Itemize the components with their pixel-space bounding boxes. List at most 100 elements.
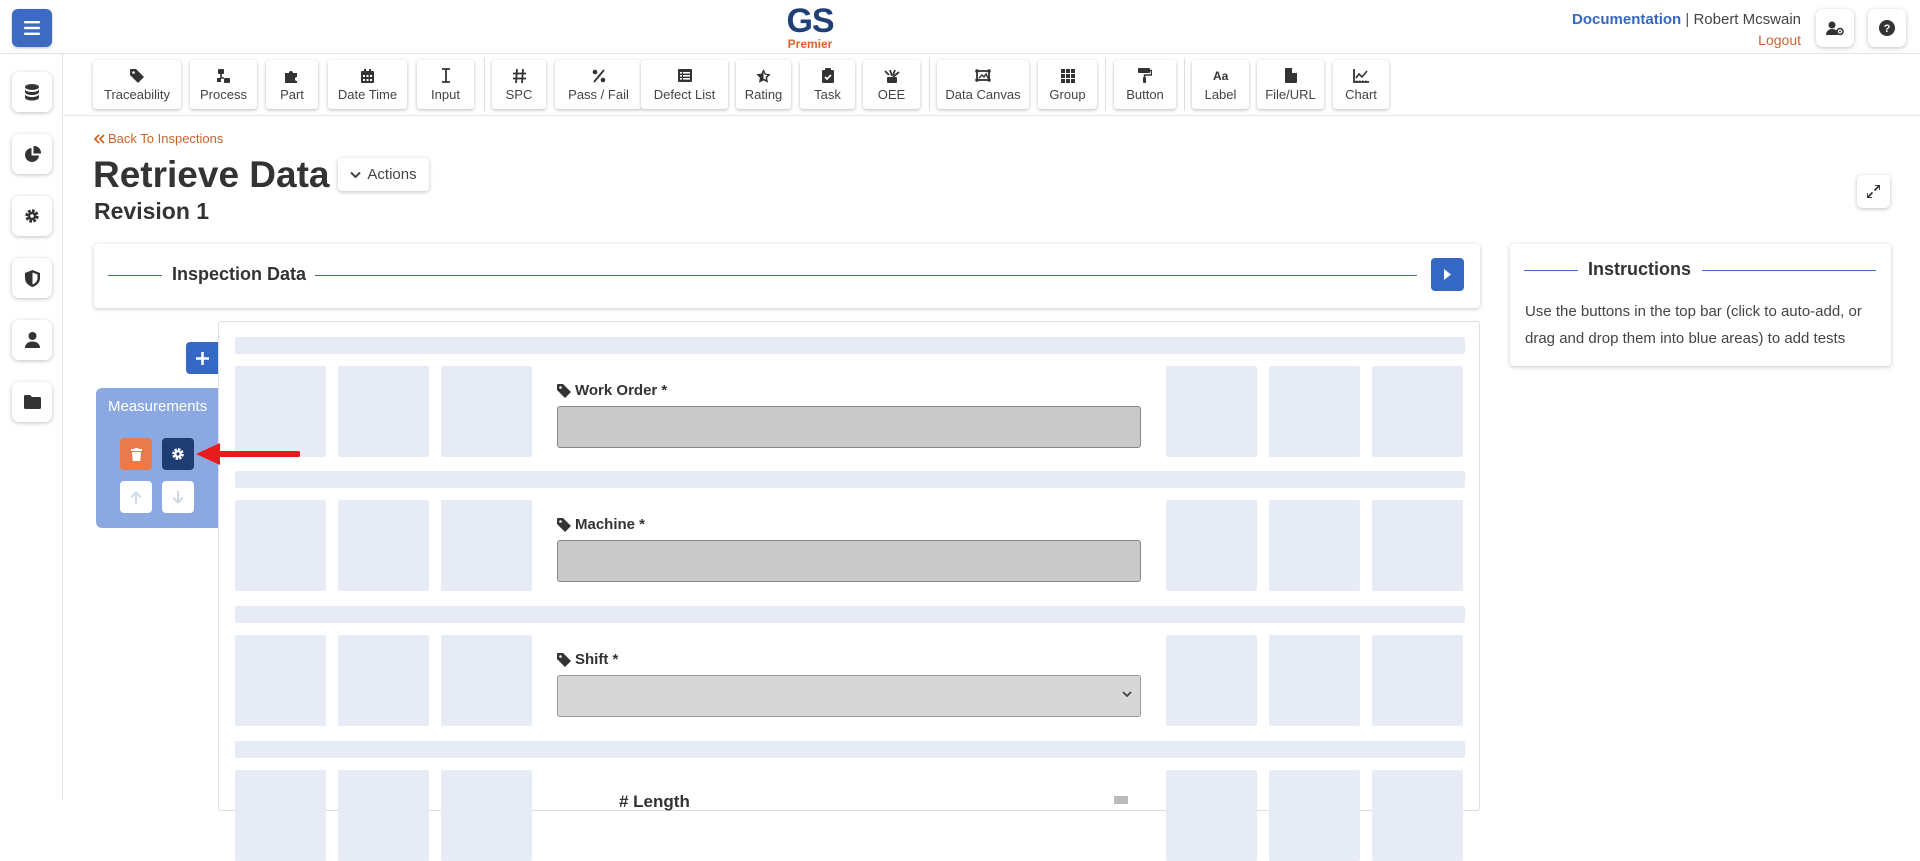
sidebar-item-users[interactable]: [12, 320, 52, 360]
drop-zone-row[interactable]: [235, 337, 1465, 354]
tool-rating[interactable]: Rating: [736, 60, 791, 109]
delete-group-button[interactable]: [120, 438, 152, 470]
tool-oee[interactable]: OEE: [863, 60, 920, 109]
canvas-icon: [975, 69, 991, 82]
user-settings-button[interactable]: [1816, 9, 1854, 47]
tool-input[interactable]: Input: [417, 60, 474, 109]
inspection-data-title: Inspection Data: [172, 264, 307, 284]
help-icon: ?: [1879, 20, 1895, 36]
drop-zone-cell[interactable]: [1372, 770, 1463, 861]
length-label: # Length: [619, 792, 690, 811]
tool-traceability[interactable]: Traceability: [93, 60, 181, 109]
drop-zone-cell[interactable]: [338, 635, 429, 726]
drop-zone-cell[interactable]: [1372, 635, 1463, 726]
user-icon: [24, 332, 40, 348]
inspection-next-button[interactable]: [1431, 258, 1464, 291]
arrow-up-icon: [130, 490, 142, 504]
chevron-down-icon: [1122, 691, 1132, 698]
drop-zone-cell[interactable]: [1166, 770, 1257, 861]
tool-process[interactable]: Process: [190, 60, 257, 109]
tool-task[interactable]: Task: [800, 60, 855, 109]
tool-defect-list[interactable]: Defect List: [641, 60, 728, 109]
move-down-button[interactable]: [162, 481, 194, 513]
tool-chart[interactable]: Chart: [1333, 60, 1389, 109]
app-logo[interactable]: GS Premier: [782, 4, 838, 50]
help-button[interactable]: ?: [1868, 9, 1906, 47]
tool-label: Defect List: [653, 86, 716, 102]
drop-zone-cell[interactable]: [441, 366, 532, 457]
clipboard-check-icon: [821, 68, 834, 83]
sidebar-item-data[interactable]: [12, 72, 52, 112]
tool-label: Date Time: [337, 86, 398, 102]
actions-dropdown[interactable]: Actions: [338, 158, 429, 191]
logout-link[interactable]: Logout: [1572, 30, 1801, 50]
group-settings-button[interactable]: [162, 438, 194, 470]
drop-zone-cell[interactable]: [1269, 770, 1360, 861]
sidebar-item-security[interactable]: [12, 258, 52, 298]
drop-zone-cell[interactable]: [338, 366, 429, 457]
chart-line-icon: [1353, 68, 1369, 83]
drop-zone-cell[interactable]: [441, 500, 532, 591]
drop-zone-cell[interactable]: [441, 770, 532, 861]
sidebar-item-files[interactable]: [12, 382, 52, 422]
drop-zone-row[interactable]: [235, 741, 1465, 758]
work-order-input[interactable]: [557, 406, 1141, 448]
drop-zone-cell[interactable]: [1166, 635, 1257, 726]
logo-text: GS: [786, 2, 834, 40]
drop-zone-cell[interactable]: [235, 635, 326, 726]
tool-label: File/URL: [1265, 86, 1316, 102]
plus-icon: [195, 351, 209, 365]
instructions-text: Use the buttons in the top bar (click to…: [1525, 303, 1862, 347]
drop-zone-cell[interactable]: [1269, 635, 1360, 726]
field-handle[interactable]: [1114, 796, 1128, 804]
file-icon: [1284, 68, 1297, 83]
tool-pass-fail[interactable]: Pass / Fail: [555, 60, 642, 109]
drop-zone-row[interactable]: [235, 471, 1465, 488]
tool-data-canvas[interactable]: Data Canvas: [937, 60, 1029, 109]
expand-button[interactable]: [1857, 175, 1890, 208]
drop-zone-cell[interactable]: [235, 770, 326, 861]
header-separator: |: [1685, 11, 1690, 28]
trash-icon: [130, 447, 142, 461]
drop-zone-cell[interactable]: [1269, 500, 1360, 591]
puzzle-icon: [285, 70, 297, 83]
title-rule: [315, 275, 1417, 276]
oee-icon: [883, 69, 900, 83]
documentation-link[interactable]: Documentation: [1572, 11, 1681, 28]
drop-zone-cell[interactable]: [441, 635, 532, 726]
sidebar-item-reports[interactable]: [12, 134, 52, 174]
main-menu-button[interactable]: [12, 9, 52, 47]
sidebar-item-settings[interactable]: [12, 196, 52, 236]
drop-zone-cell[interactable]: [1166, 500, 1257, 591]
tool-label: Label: [1204, 86, 1237, 102]
instructions-panel: Instructions Use the buttons in the top …: [1510, 244, 1891, 366]
tool-date-time[interactable]: Date Time: [328, 60, 407, 109]
tool-spc[interactable]: SPC: [492, 60, 546, 109]
move-up-button[interactable]: [120, 481, 152, 513]
svg-text:Aa: Aa: [1213, 70, 1229, 82]
database-icon: [25, 83, 39, 100]
drop-zone-cell[interactable]: [1372, 500, 1463, 591]
gear-icon: [172, 448, 184, 460]
drop-zone-cell[interactable]: [235, 500, 326, 591]
tool-button[interactable]: Button: [1114, 60, 1176, 109]
tool-group[interactable]: Group: [1038, 60, 1097, 109]
drop-zone-cell[interactable]: [1269, 366, 1360, 457]
shift-select[interactable]: [557, 675, 1141, 717]
add-row-button[interactable]: [186, 342, 218, 374]
hash-icon: [512, 68, 526, 83]
drop-zone-row[interactable]: [235, 606, 1465, 623]
back-to-inspections-link[interactable]: Back To Inspections: [94, 131, 223, 146]
drop-zone-cell[interactable]: [338, 500, 429, 591]
shield-icon: [24, 269, 40, 287]
drop-zone-cell[interactable]: [1372, 366, 1463, 457]
tool-file-url[interactable]: File/URL: [1257, 60, 1324, 109]
grid-icon: [1060, 68, 1075, 83]
machine-input[interactable]: [557, 540, 1141, 582]
drop-zone-cell[interactable]: [1166, 366, 1257, 457]
tool-label-button[interactable]: Aa Label: [1192, 60, 1249, 109]
tool-part[interactable]: Part: [266, 60, 318, 109]
title-rule: [108, 275, 162, 276]
drop-zone-cell[interactable]: [338, 770, 429, 861]
calendar-icon: [361, 68, 374, 83]
